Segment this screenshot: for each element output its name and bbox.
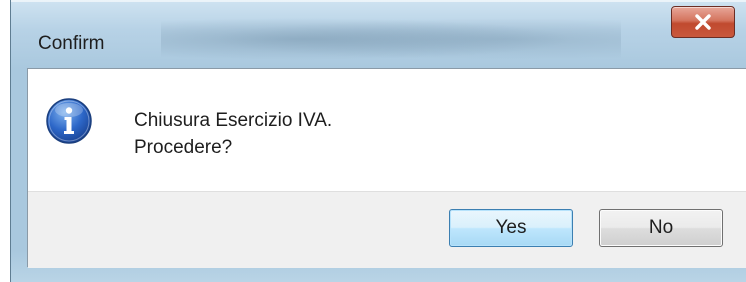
message-line-1: Chiusura Esercizio IVA.	[134, 110, 333, 131]
close-button[interactable]	[671, 6, 735, 38]
dialog-client-area: Chiusura Esercizio IVA. Procedere? Yes N…	[27, 68, 746, 268]
no-button[interactable]: No	[599, 209, 723, 247]
dialog-message: Chiusura Esercizio IVA. Procedere?	[134, 107, 332, 161]
info-icon	[45, 97, 93, 145]
screen: Confirm Chiusura Esercizio IVA. Proceder…	[0, 0, 746, 282]
message-line-2: Procedere?	[134, 137, 233, 158]
window-title: Confirm	[38, 33, 105, 54]
yes-button[interactable]: Yes	[449, 209, 573, 247]
button-bar: Yes No	[28, 191, 746, 268]
message-area: Chiusura Esercizio IVA. Procedere?	[28, 69, 746, 191]
close-icon	[693, 14, 713, 30]
